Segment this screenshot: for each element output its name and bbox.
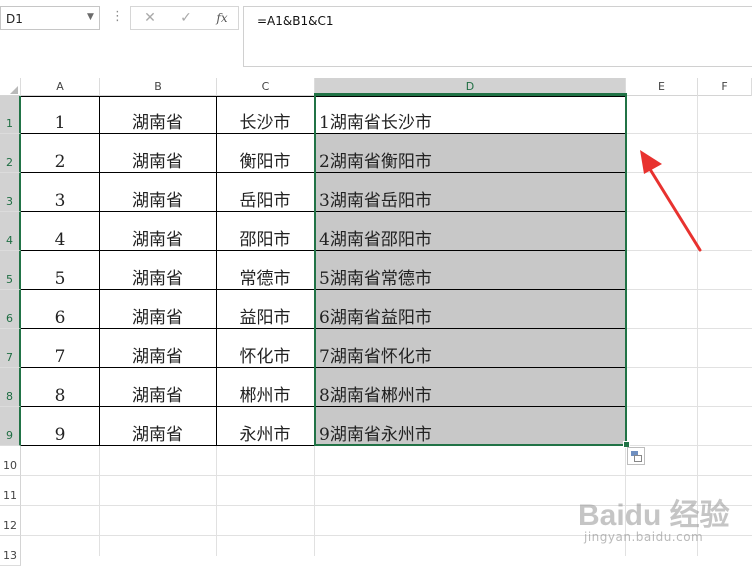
auto-fill-options-button[interactable] bbox=[627, 447, 645, 465]
cell-c3[interactable]: 岳阳市 bbox=[216, 173, 314, 212]
row-header-5[interactable]: 5 bbox=[0, 251, 21, 290]
name-box[interactable]: D1 ▼ bbox=[0, 6, 100, 30]
cell-b3[interactable]: 湖南省 bbox=[99, 173, 216, 212]
cell-c9[interactable]: 永州市 bbox=[216, 407, 314, 446]
row-header-2[interactable]: 2 bbox=[0, 134, 21, 173]
cell-b8[interactable]: 湖南省 bbox=[99, 368, 216, 407]
cell-a9[interactable]: 9 bbox=[21, 407, 99, 446]
cell-a4[interactable]: 4 bbox=[21, 212, 99, 251]
column-header-b[interactable]: B bbox=[100, 78, 217, 96]
formula-input[interactable]: =A1&B1&C1 bbox=[243, 6, 752, 67]
row-header-8[interactable]: 8 bbox=[0, 368, 21, 407]
formula-text: =A1&B1&C1 bbox=[257, 14, 334, 28]
name-box-value: D1 bbox=[6, 12, 23, 26]
row-header-4[interactable]: 4 bbox=[0, 212, 21, 251]
cell-c4[interactable]: 邵阳市 bbox=[216, 212, 314, 251]
row-header-1[interactable]: 1 bbox=[0, 96, 21, 134]
column-header-f[interactable]: F bbox=[698, 78, 752, 96]
cell-b6[interactable]: 湖南省 bbox=[99, 290, 216, 329]
selection-range-border bbox=[314, 93, 627, 446]
cell-c1[interactable]: 长沙市 bbox=[216, 96, 314, 134]
row-header-10[interactable]: 10 bbox=[0, 446, 21, 476]
cancel-icon[interactable]: ✕ bbox=[135, 7, 165, 29]
cell-b9[interactable]: 湖南省 bbox=[99, 407, 216, 446]
cell-c8[interactable]: 郴州市 bbox=[216, 368, 314, 407]
more-options-icon[interactable]: ⋮ bbox=[111, 9, 124, 24]
column-header-a[interactable]: A bbox=[21, 78, 100, 96]
table-border-col bbox=[216, 96, 217, 446]
baidu-watermark: Baidu 经验 jingyan.baidu.com bbox=[578, 490, 748, 554]
row-header-6[interactable]: 6 bbox=[0, 290, 21, 329]
cell-b4[interactable]: 湖南省 bbox=[99, 212, 216, 251]
insert-function-icon[interactable]: fx bbox=[207, 7, 237, 29]
cell-b1[interactable]: 湖南省 bbox=[99, 96, 216, 134]
select-all-triangle-icon bbox=[10, 86, 18, 94]
row-header-3[interactable]: 3 bbox=[0, 173, 21, 212]
cell-c7[interactable]: 怀化市 bbox=[216, 329, 314, 368]
auto-fill-options-icon-box bbox=[634, 455, 642, 462]
enter-icon[interactable]: ✓ bbox=[171, 7, 201, 29]
watermark-url: jingyan.baidu.com bbox=[584, 530, 704, 544]
cell-a7[interactable]: 7 bbox=[21, 329, 99, 368]
formula-buttons: ✕ ✓ fx bbox=[130, 6, 239, 30]
cell-a3[interactable]: 3 bbox=[21, 173, 99, 212]
chevron-down-icon[interactable]: ▼ bbox=[87, 12, 94, 22]
select-all-button[interactable] bbox=[0, 78, 21, 96]
annotation-arrow-icon bbox=[640, 150, 702, 252]
row-header-11[interactable]: 11 bbox=[0, 476, 21, 506]
cell-a5[interactable]: 5 bbox=[21, 251, 99, 290]
cell-c5[interactable]: 常德市 bbox=[216, 251, 314, 290]
row-header-9[interactable]: 9 bbox=[0, 407, 21, 446]
cell-a6[interactable]: 6 bbox=[21, 290, 99, 329]
cell-c6[interactable]: 益阳市 bbox=[216, 290, 314, 329]
column-header-c[interactable]: C bbox=[217, 78, 315, 96]
row-header-12[interactable]: 12 bbox=[0, 506, 21, 536]
cell-a1[interactable]: 1 bbox=[21, 96, 99, 134]
cell-a8[interactable]: 8 bbox=[21, 368, 99, 407]
formula-bar: D1 ▼ ⋮ ✕ ✓ fx =A1&B1&C1 bbox=[0, 0, 752, 78]
watermark-logo-text: Baidu 经验 bbox=[578, 499, 730, 532]
cell-c2[interactable]: 衡阳市 bbox=[216, 134, 314, 173]
cell-b7[interactable]: 湖南省 bbox=[99, 329, 216, 368]
row-header-13[interactable]: 13 bbox=[0, 536, 21, 566]
column-header-e[interactable]: E bbox=[626, 78, 698, 96]
row-header-7[interactable]: 7 bbox=[0, 329, 21, 368]
cell-b2[interactable]: 湖南省 bbox=[99, 134, 216, 173]
cell-a2[interactable]: 2 bbox=[21, 134, 99, 173]
row-header-bar: 1 2 3 4 5 6 7 8 9 10 11 12 13 bbox=[0, 96, 21, 566]
table-border-col bbox=[99, 96, 100, 446]
cell-b5[interactable]: 湖南省 bbox=[99, 251, 216, 290]
